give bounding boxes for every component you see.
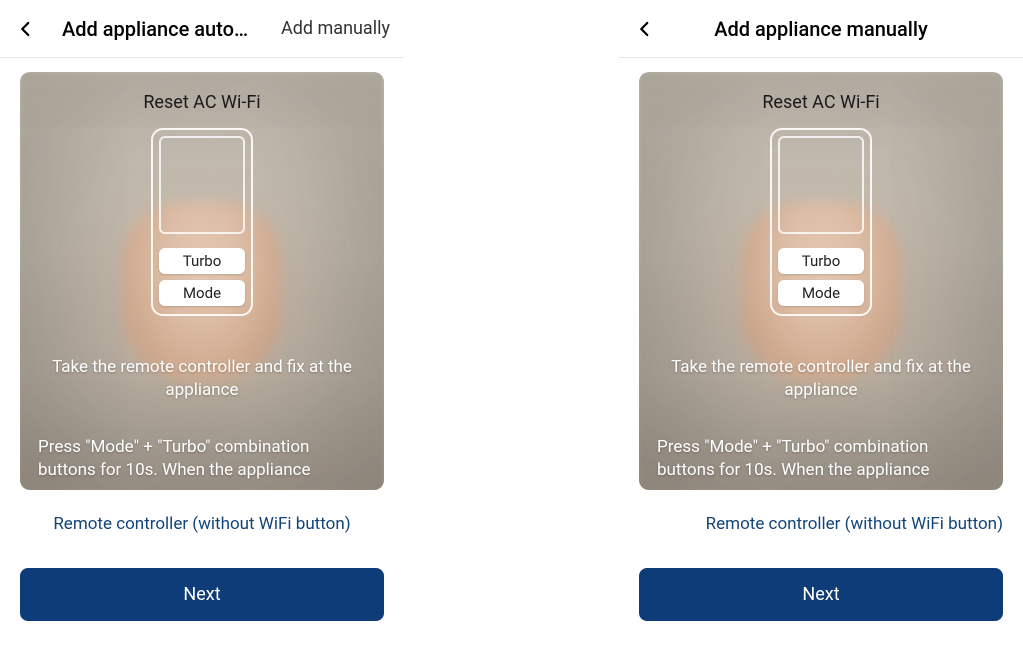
- remote-buttons-group: Turbo Mode: [778, 248, 864, 308]
- remote-turbo-button: Turbo: [159, 248, 245, 274]
- remote-mode-button: Mode: [159, 280, 245, 306]
- card-title: Reset AC Wi-Fi: [639, 72, 1003, 113]
- remote-buttons-group: Turbo Mode: [159, 248, 245, 308]
- page-title: Add appliance manually: [633, 17, 1009, 41]
- remote-turbo-button: Turbo: [778, 248, 864, 274]
- remote-illustration: Turbo Mode: [151, 128, 253, 316]
- instruction-card: Reset AC Wi-Fi Turbo Mode Take the remot…: [20, 72, 384, 490]
- header: Add appliance manually: [619, 0, 1023, 58]
- remote-screen-outline: [778, 136, 864, 234]
- instruction-text-2: Press "Mode" + "Turbo" combination butto…: [36, 436, 368, 482]
- alt-link-row: Remote controller (without WiFi button): [0, 490, 404, 534]
- remote-screen-outline: [159, 136, 245, 234]
- no-wifi-button-link[interactable]: Remote controller (without WiFi button): [706, 514, 1003, 534]
- page-title: Add appliance auto…: [62, 17, 248, 41]
- card-title: Reset AC Wi-Fi: [20, 72, 384, 113]
- next-button[interactable]: Next: [20, 568, 384, 621]
- chevron-left-icon: [17, 20, 35, 38]
- add-manually-link[interactable]: Add manually: [281, 18, 390, 39]
- instruction-text-2: Press "Mode" + "Turbo" combination butto…: [655, 436, 987, 482]
- instruction-text-1: Take the remote controller and fix at th…: [655, 356, 987, 402]
- remote-illustration: Turbo Mode: [770, 128, 872, 316]
- no-wifi-button-link[interactable]: Remote controller (without WiFi button): [53, 514, 350, 534]
- next-button[interactable]: Next: [639, 568, 1003, 621]
- instruction-card: Reset AC Wi-Fi Turbo Mode Take the remot…: [639, 72, 1003, 490]
- instruction-text-1: Take the remote controller and fix at th…: [36, 356, 368, 402]
- back-button[interactable]: [14, 17, 38, 41]
- screen-manual: Add appliance manually Reset AC Wi-Fi Tu…: [619, 0, 1023, 646]
- screen-auto: Add appliance auto… Add manually Reset A…: [0, 0, 404, 646]
- alt-link-row: Remote controller (without WiFi button): [619, 490, 1023, 534]
- remote-mode-button: Mode: [778, 280, 864, 306]
- header: Add appliance auto… Add manually: [0, 0, 404, 58]
